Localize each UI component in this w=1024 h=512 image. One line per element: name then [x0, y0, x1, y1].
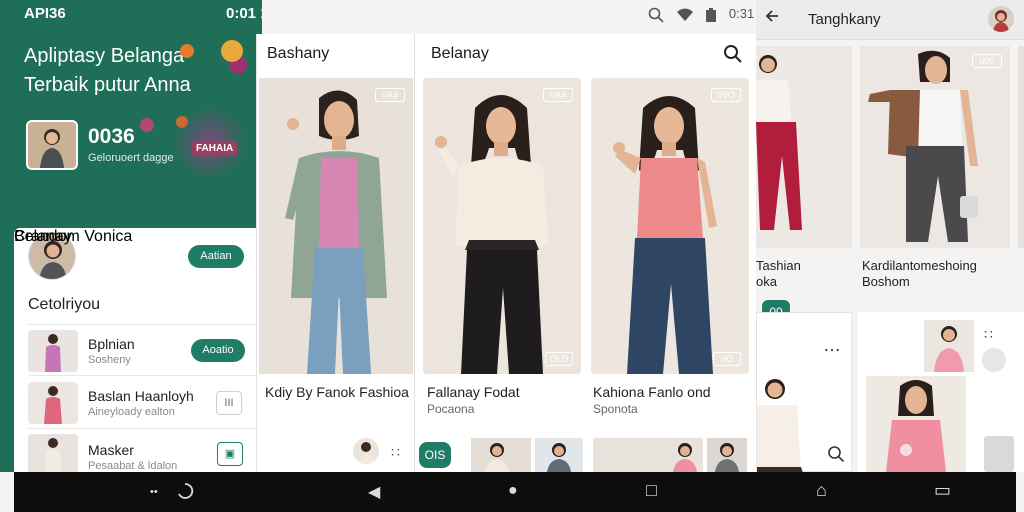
- product-image[interactable]: [866, 376, 966, 472]
- filter-chip[interactable]: OIS: [419, 442, 451, 468]
- product-card[interactable]: 0VO 0O: [591, 78, 749, 374]
- count-label: Geloruoert dagge: [88, 152, 174, 164]
- house-icon[interactable]: ⌂: [816, 480, 827, 501]
- home-panel: API36 0:01 1 2 Apliptasy Belanga Terbaik…: [0, 0, 262, 472]
- side-control[interactable]: [984, 436, 1014, 472]
- system-status-icons: 0:31: [648, 6, 762, 23]
- category-panel: Bashany 0A4 Kdiy By Fanok Fashioa ∷: [256, 34, 416, 472]
- product-subtitle: Boshom: [862, 274, 910, 289]
- row-action-button[interactable]: ▣: [217, 442, 243, 466]
- promo-tag[interactable]: FAHAIA: [192, 141, 238, 156]
- system-nav-bar: •• ◀ ● □ ⌂ ▭: [14, 472, 1016, 512]
- top-app-bar: Tanghkany: [756, 0, 1024, 40]
- image-badge: 0VO: [711, 88, 741, 102]
- home-icon[interactable]: ●: [508, 482, 518, 500]
- product-subtitle: Pocaona: [427, 402, 475, 416]
- image-badge: 0A4: [543, 88, 573, 102]
- product-image[interactable]: 000: [860, 46, 1010, 248]
- panel-title: Tanghkany: [808, 11, 881, 28]
- divider: [28, 428, 258, 429]
- product-title: Fallanay Fodat: [427, 384, 520, 400]
- row-thumbnail[interactable]: [28, 434, 78, 472]
- featured-thumbnail[interactable]: [26, 120, 78, 170]
- image-badge: 000: [972, 54, 1002, 68]
- flower-decoration: [140, 118, 154, 132]
- status-right: 0:01 1 2: [226, 5, 262, 22]
- thumbnail-strip-item[interactable]: [593, 438, 703, 472]
- profile-action-button[interactable]: Aatian: [188, 245, 244, 268]
- screen: API36 0:01 1 2 Apliptasy Belanga Terbaik…: [0, 0, 1024, 512]
- circle-button[interactable]: [982, 348, 1006, 372]
- panel-title: Belanay: [431, 45, 489, 62]
- grid-icon[interactable]: ∷: [391, 444, 400, 461]
- hero-title: Apliptasy Belanga Terbaik putur Anna: [24, 45, 191, 96]
- flower-decoration: [221, 40, 243, 62]
- product-subtitle: Sponota: [593, 402, 638, 416]
- nav-refresh-icon[interactable]: [176, 482, 194, 500]
- product-image[interactable]: 0A4: [259, 78, 413, 374]
- window-icon[interactable]: ▭: [934, 480, 951, 501]
- search-icon[interactable]: [827, 445, 845, 463]
- row-title: Bplnian: [88, 336, 135, 352]
- row-subtitle: Pesaabat & ldalon: [88, 460, 178, 472]
- row-action-button[interactable]: III: [216, 391, 242, 415]
- product-card[interactable]: …: [756, 312, 852, 472]
- count-value: 0036: [88, 125, 135, 148]
- product-image[interactable]: [1018, 46, 1024, 248]
- divider: [28, 324, 258, 325]
- search-icon[interactable]: [723, 44, 743, 64]
- recents-icon[interactable]: □: [646, 480, 657, 501]
- nav-dots-icon[interactable]: ••: [150, 486, 158, 498]
- divider: [28, 375, 258, 376]
- thumbnail-strip-item[interactable]: [707, 438, 747, 472]
- row-thumbnail[interactable]: [28, 382, 78, 424]
- mini-avatar[interactable]: [353, 438, 379, 464]
- thumbnail-strip-item[interactable]: [471, 438, 531, 472]
- image-badge: 0A4: [375, 88, 405, 102]
- row-thumbnail[interactable]: [28, 330, 78, 372]
- back-arrow-icon[interactable]: [764, 8, 780, 24]
- product-title: Tashian: [756, 258, 801, 273]
- product-card[interactable]: 0A4 OLD: [423, 78, 581, 374]
- battery-icon: [705, 6, 721, 22]
- status-left: API36: [24, 5, 66, 22]
- thumbnail[interactable]: [924, 320, 974, 372]
- row-title: Masker: [88, 442, 134, 458]
- panel-title: Bashany: [267, 45, 330, 62]
- clock-text: 0:31: [728, 6, 755, 21]
- product-panel: Belanay 0A4 OLD Fallanay Fodat Pocaona 0…: [414, 34, 756, 472]
- thumbnail-strip-item[interactable]: [535, 438, 583, 472]
- image-badge: OLD: [545, 352, 573, 366]
- status-bar: API36 0:01 1 2: [0, 0, 262, 28]
- profile-subtitle: Crandom Vonica: [14, 228, 133, 245]
- image-badge: 0O: [713, 352, 741, 366]
- row-subtitle: Sosheny: [88, 354, 131, 366]
- back-icon[interactable]: ◀: [368, 482, 380, 502]
- product-caption: Kdiy By Fanok Fashioa: [265, 384, 409, 400]
- product-subtitle: oka: [756, 274, 777, 289]
- product-title: Kardilantomeshoing: [862, 258, 977, 273]
- flower-decoration: [180, 44, 194, 58]
- grid-icon[interactable]: ∷: [984, 326, 993, 343]
- avatar[interactable]: [988, 6, 1014, 32]
- row-subtitle: Aineyloady ealton: [88, 406, 175, 418]
- wifi-icon: [676, 6, 698, 21]
- more-icon[interactable]: …: [823, 335, 841, 356]
- product-image[interactable]: [756, 46, 852, 248]
- section-title: Cetolriyou: [28, 296, 101, 313]
- row-title: Baslan Haanloyh: [88, 388, 194, 404]
- detail-panel: Tanghkany 000 Tashian oka Kardilantomesh…: [756, 0, 1024, 472]
- product-card[interactable]: ∷: [858, 312, 1024, 472]
- row-action-button[interactable]: Aoatio: [191, 339, 245, 362]
- product-title: Kahiona Fanlo ond: [593, 384, 711, 400]
- search-icon[interactable]: [648, 6, 668, 23]
